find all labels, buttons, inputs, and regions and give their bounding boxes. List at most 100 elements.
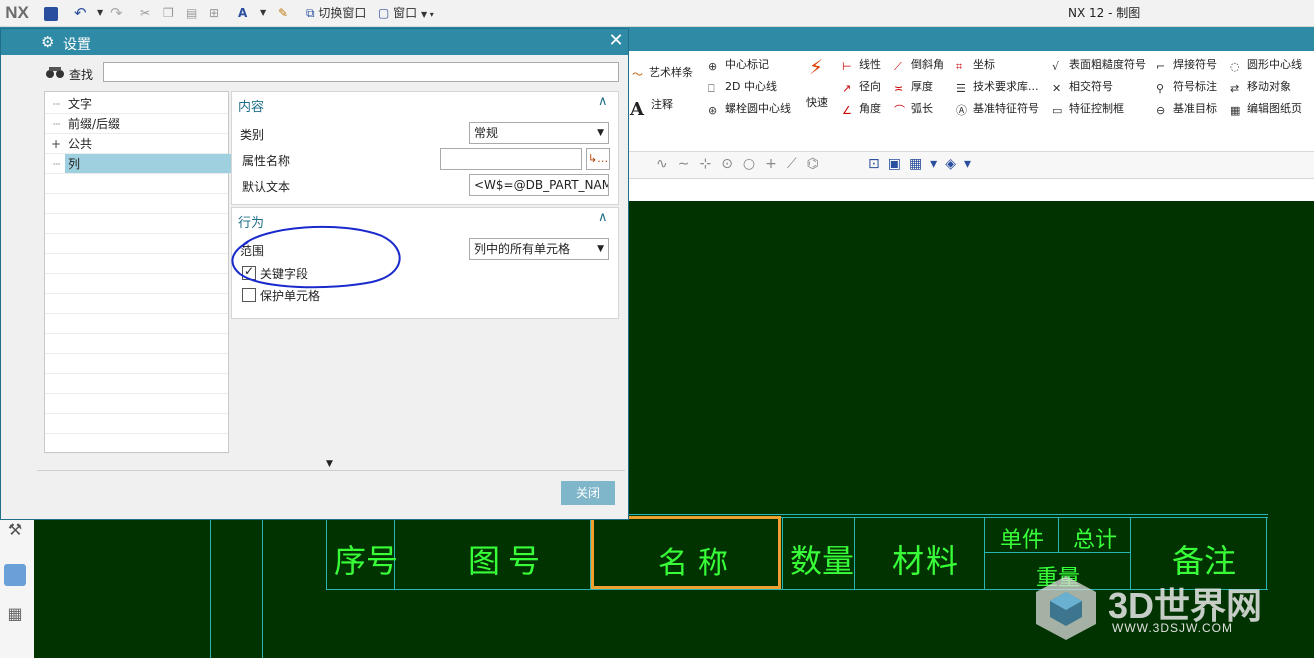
ribbon-move-object[interactable]: ⇄ 移动对象: [1230, 79, 1291, 95]
divider: [37, 470, 625, 471]
expand-down-icon[interactable]: ▼: [326, 459, 333, 469]
close-button[interactable]: 关闭: [561, 481, 615, 505]
col-remarks[interactable]: 备注: [1172, 536, 1236, 582]
ribbon-weld[interactable]: ⌐ 焊接符号: [1156, 57, 1217, 73]
text-style-icon[interactable]: A: [238, 4, 247, 22]
ribbon-intersection-label: 相交符号: [1069, 80, 1113, 93]
ribbon-arc-length-label: 弧长: [911, 102, 933, 115]
ribbon-circular-centerline[interactable]: ◌ 圆形中心线: [1230, 57, 1302, 73]
dropdown-arrow-icon: ▼: [597, 128, 604, 138]
dialog-title-bar[interactable]: ⚙ 设置 ✕: [1, 29, 628, 55]
collapse-caret-icon[interactable]: ∧: [598, 94, 612, 109]
tree-empty-row: [45, 354, 228, 374]
attr-picker-icon[interactable]: ↳…: [586, 148, 610, 170]
ribbon-bolt-circle[interactable]: ⊛ 螺栓圆中心线: [708, 101, 791, 117]
ribbon-2d-centerline[interactable]: ⎕ 2D 中心线: [708, 79, 777, 95]
watermark-url: WWW.3DSJW.COM: [1112, 621, 1233, 635]
ribbon-tech-req[interactable]: ☰ 技术要求库...: [956, 79, 1039, 95]
copy-icon[interactable]: ❐: [163, 4, 174, 22]
paste-special-icon[interactable]: ⊞: [209, 4, 219, 22]
find-input[interactable]: [103, 62, 619, 82]
attr-name-input[interactable]: [440, 148, 582, 170]
col-total[interactable]: 总计: [1073, 522, 1117, 554]
tree-item-label: 文字: [68, 97, 93, 111]
default-text-input[interactable]: <W$=@DB_PART_NAME>: [469, 174, 609, 196]
grid-icon[interactable]: ▦: [4, 604, 26, 626]
tree-item-label: 前缀/后缀: [68, 117, 121, 131]
tree-empty-row: [45, 394, 228, 414]
ribbon-chamfer-label: 倒斜角: [911, 58, 944, 71]
ribbon-chamfer[interactable]: ⟋ 倒斜角: [894, 57, 944, 73]
text-style-dropdown-icon[interactable]: ▼: [260, 4, 266, 22]
tree-empty-row: [45, 314, 228, 334]
ribbon-fcf-label: 特征控制框: [1069, 102, 1124, 115]
save-icon[interactable]: [44, 4, 58, 22]
col-seq[interactable]: 序号: [334, 536, 398, 582]
default-text-label: 默认文本: [242, 180, 291, 194]
roles-icon[interactable]: ⚒: [4, 520, 26, 542]
ribbon-datum-feature-label: 基准特征符号: [973, 102, 1039, 115]
ribbon-fcf[interactable]: ▭ 特征控制框: [1052, 101, 1124, 117]
col-quantity[interactable]: 数量: [790, 536, 854, 582]
tree-item-column[interactable]: ┄ 列: [45, 154, 231, 174]
ribbon-weld-label: 焊接符号: [1173, 58, 1217, 71]
ribbon-linear-label: 线性: [859, 58, 881, 71]
window-menu-button[interactable]: ▢ 窗口 ▼ ▾: [378, 4, 434, 22]
ribbon-angle[interactable]: ∠ 角度: [842, 101, 881, 117]
ribbon-symbol-label[interactable]: ⚲ 符号标注: [1156, 79, 1217, 95]
settings-panel: 内容 ∧ 类别 常规 ▼ 属性名称 ↳… 默认文本 <W$=@DB_PART_NA…: [231, 91, 619, 453]
ribbon-center-mark-label: 中心标记: [725, 58, 769, 71]
ribbon-note[interactable]: A 注释: [630, 97, 673, 120]
ribbon-center-mark[interactable]: ⊕ 中心标记: [708, 57, 769, 73]
col-unit[interactable]: 单件: [1000, 522, 1044, 554]
tree-item-common[interactable]: + 公共: [45, 134, 228, 154]
col-drawing-no[interactable]: 图号: [468, 536, 548, 582]
category-select[interactable]: 常规 ▼: [469, 122, 609, 144]
quick-dimension-icon[interactable]: ⚡: [800, 57, 832, 83]
system-materials-icon[interactable]: [4, 564, 26, 586]
col-name[interactable]: 名称: [658, 538, 738, 582]
switch-window-label: 切换窗口: [318, 6, 367, 20]
ribbon-datum-target-label: 基准目标: [1173, 102, 1217, 115]
ribbon-art-spline[interactable]: 〜艺术样条: [632, 65, 693, 81]
table-vline: [854, 517, 855, 590]
table-vline: [1058, 517, 1059, 552]
view-icons[interactable]: ⊡▣▦▾◈▾: [868, 156, 979, 172]
ribbon-radial[interactable]: ↗ 径向: [842, 79, 881, 95]
switch-window-button[interactable]: ⧉ 切换窗口: [306, 4, 366, 22]
window-menu-label: 窗口: [393, 6, 418, 20]
collapse-caret-icon[interactable]: ∧: [598, 210, 612, 225]
table-vline: [782, 517, 783, 590]
ribbon-quick-label[interactable]: 快速: [806, 95, 828, 111]
close-icon[interactable]: ✕: [605, 30, 627, 52]
ribbon-ordinate[interactable]: ⌗ 坐标: [956, 57, 995, 73]
ribbon-surface-finish[interactable]: √ 表面粗糙度符号: [1052, 57, 1146, 73]
gear-icon: ⚙: [41, 33, 55, 51]
ribbon-ordinate-label: 坐标: [973, 58, 995, 71]
tree-item-prefix-suffix[interactable]: ┄ 前缀/后缀: [45, 114, 228, 134]
col-material[interactable]: 材料: [892, 536, 960, 582]
redo-icon[interactable]: ↷: [110, 4, 123, 22]
cut-icon[interactable]: ✂: [140, 4, 150, 22]
ribbon-arc-length[interactable]: ⌒ 弧长: [894, 101, 933, 117]
ribbon-thickness[interactable]: ≍ 厚度: [894, 79, 933, 95]
ribbon-datum-target[interactable]: ⊖ 基准目标: [1156, 101, 1217, 117]
snap-icons[interactable]: ∿∼⊹⊙○+⟋⌬: [656, 156, 829, 172]
undo-dropdown-icon[interactable]: ▼: [97, 4, 103, 22]
ribbon-edit-sheet[interactable]: ▦ 编辑图纸页: [1230, 101, 1302, 117]
brush-icon[interactable]: ✎: [278, 4, 288, 22]
tree-item-text[interactable]: ┄ 文字: [45, 94, 228, 114]
nx-logo[interactable]: NX: [0, 0, 34, 26]
content-header[interactable]: 内容: [238, 96, 264, 115]
undo-icon[interactable]: ↶: [74, 4, 87, 22]
range-value: 列中的所有单元格: [474, 242, 571, 256]
dropdown-arrow-icon: ▼: [597, 244, 604, 254]
ribbon-linear[interactable]: ⊢ 线性: [842, 57, 881, 73]
tree-empty-row: [45, 254, 228, 274]
expand-plus-icon[interactable]: +: [51, 134, 61, 154]
range-select[interactable]: 列中的所有单元格 ▼: [469, 238, 609, 260]
paste-icon[interactable]: ▤: [186, 4, 197, 22]
ribbon-intersection[interactable]: ✕ 相交符号: [1052, 79, 1113, 95]
ribbon-thickness-label: 厚度: [911, 80, 933, 93]
ribbon-datum-feature[interactable]: Ⓐ 基准特征符号: [956, 101, 1039, 117]
